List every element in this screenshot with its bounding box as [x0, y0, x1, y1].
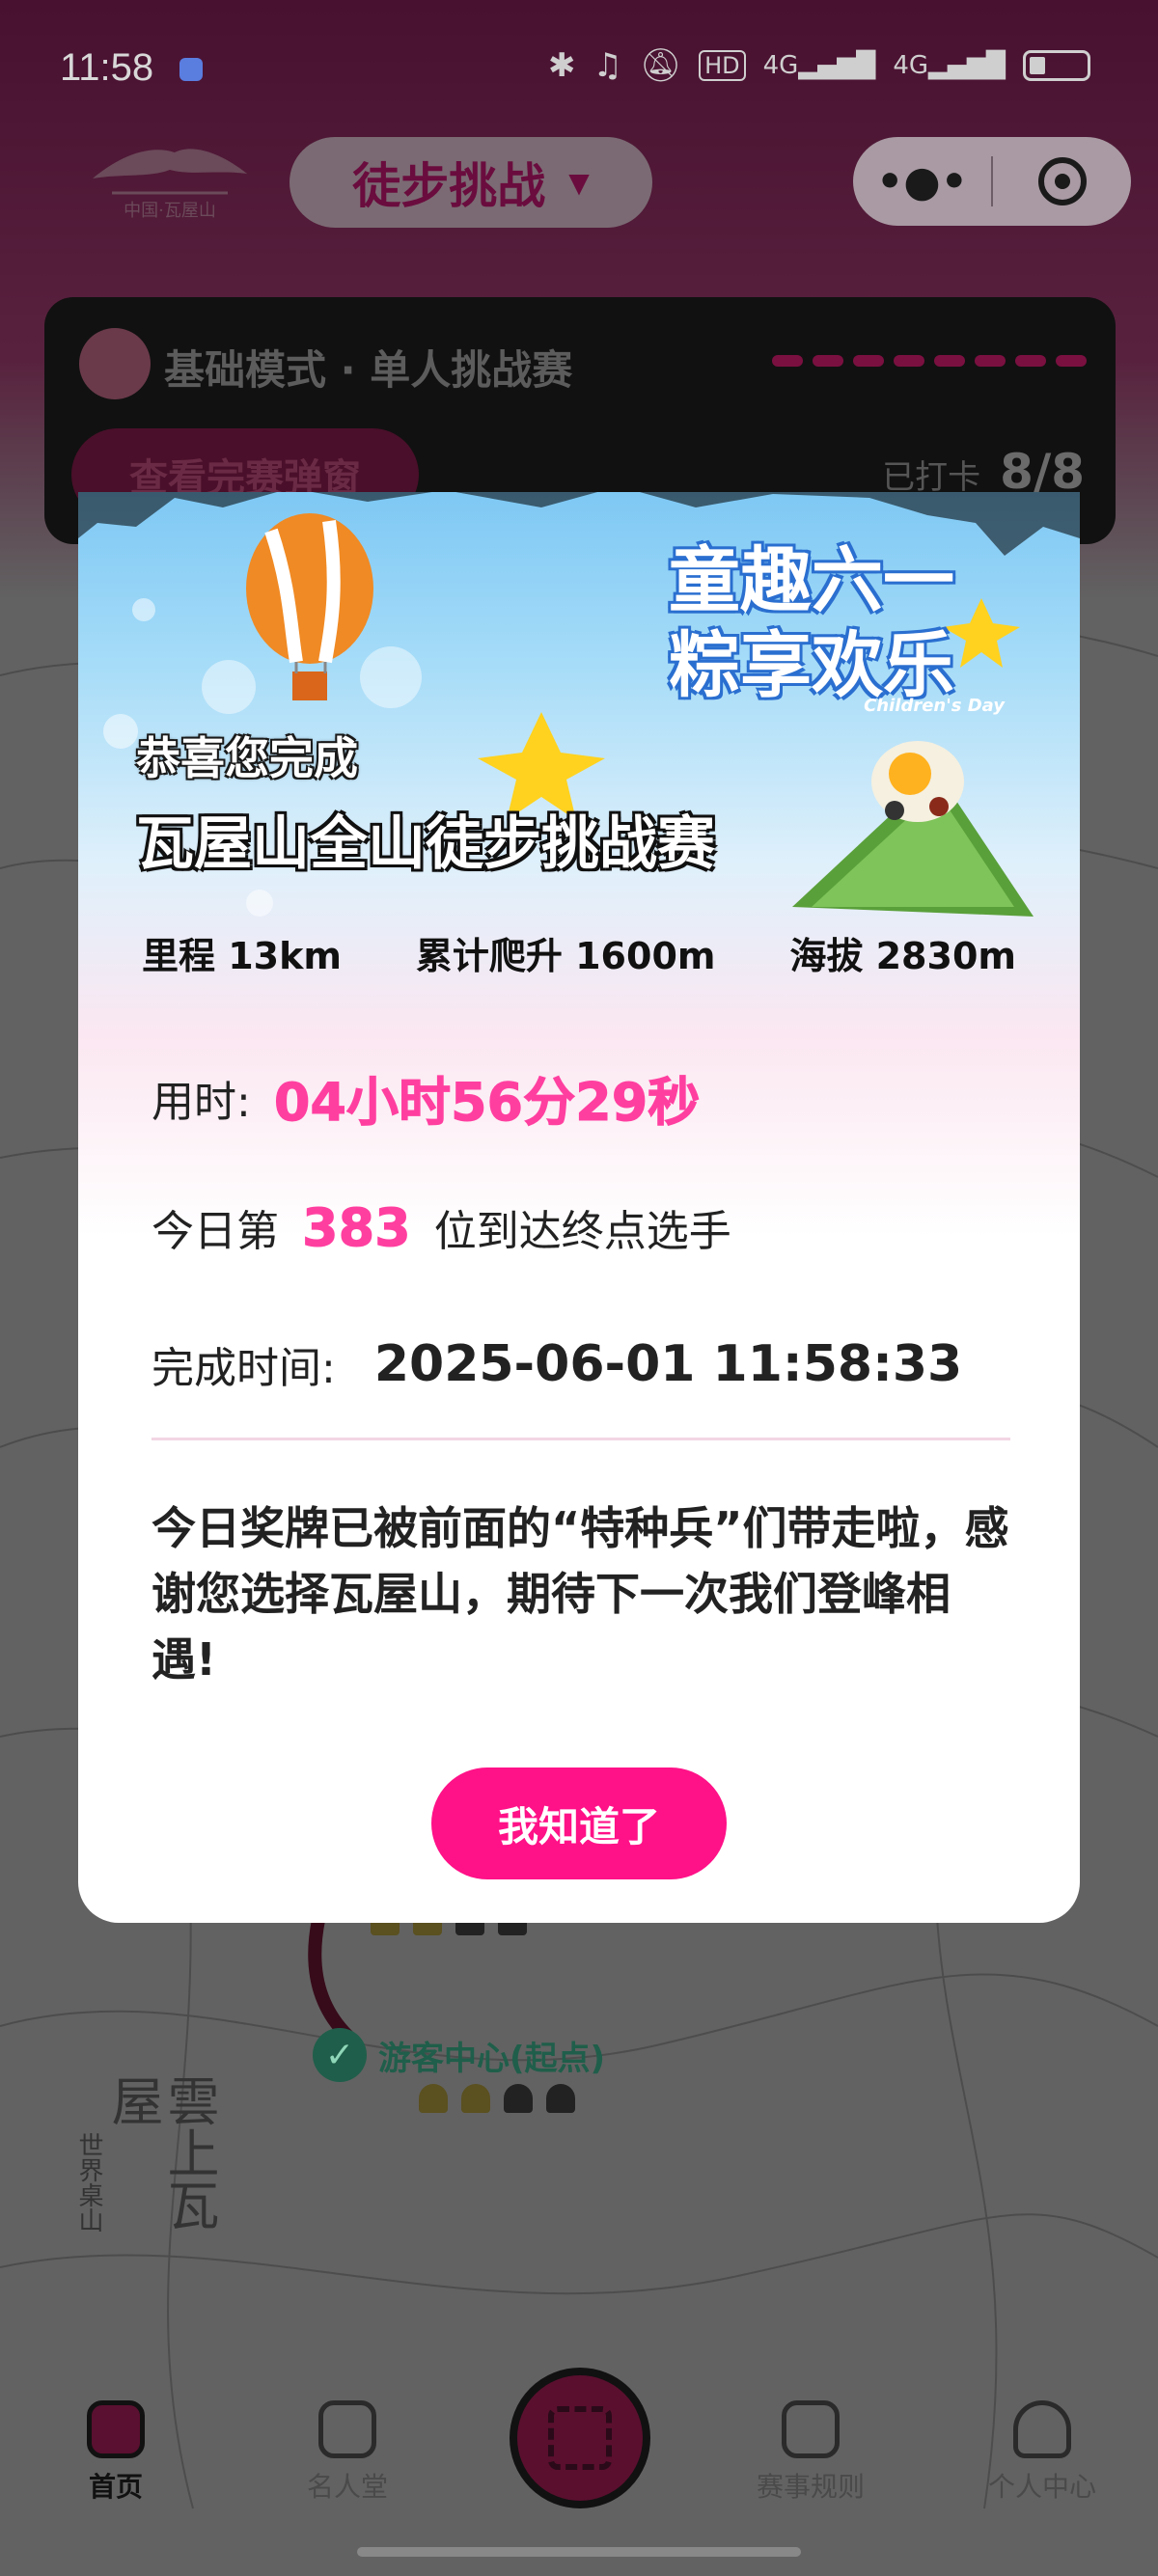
tab-home[interactable]: 首页: [39, 2400, 193, 2505]
user-icon: [1013, 2400, 1071, 2458]
stat-elevation-gain: 累计爬升 1600m: [415, 935, 716, 977]
divider: [152, 1438, 1010, 1440]
tab-profile[interactable]: 个人中心: [965, 2400, 1119, 2505]
progress-segment: [934, 355, 965, 367]
progress-segment: [1056, 355, 1087, 367]
signal-4g-icon: 4G▂▄▆█: [762, 51, 876, 80]
finish-time-label: 完成时间:: [152, 1344, 336, 1393]
mute-icon: 🔕︎: [639, 46, 682, 85]
checkin-label: 已打卡: [882, 458, 981, 497]
target-icon[interactable]: [993, 137, 1131, 226]
rank-prefix: 今日第: [152, 1207, 279, 1256]
ok-button[interactable]: 我知道了: [431, 1768, 727, 1879]
mini-program-capsule: •●•: [853, 137, 1131, 226]
avatar: [79, 328, 151, 399]
tab-hall-of-fame[interactable]: 名人堂: [270, 2400, 425, 2505]
home-indicator[interactable]: [357, 2547, 801, 2557]
challenge-mode-text: 基础模式 · 单人挑战赛: [164, 346, 573, 394]
childrens-day-banner: 童趣六一 粽享欢乐 Children's Day: [609, 538, 1014, 722]
check-icon: ✓: [313, 2028, 367, 2082]
finish-time-row: 完成时间: 2025-06-01 11:58:33: [152, 1333, 962, 1395]
progress-segments: [772, 355, 1087, 367]
more-dots-icon[interactable]: •●•: [853, 137, 991, 226]
tab-home-label: 首页: [88, 2471, 143, 2503]
status-icons: ✱ ♫ 🔕︎ HD 4G▂▄▆█ 4G▂▄▆█: [548, 46, 1090, 85]
time-used-value: 04小时56分29秒: [273, 1072, 701, 1134]
mode-selector-label: 徒步挑战: [352, 158, 546, 214]
progress-segment: [975, 355, 1006, 367]
start-node-label: 游客中心(起点): [378, 2039, 606, 2078]
finish-time-value: 2025-06-01 11:58:33: [373, 1335, 963, 1393]
finish-modal: 童趣六一 粽享欢乐 Children's Day 恭喜您完成 瓦屋山全山徒步挑战…: [78, 492, 1080, 1923]
progress-segment: [894, 355, 924, 367]
event-name: 瓦屋山全山徒步挑战赛: [136, 810, 715, 878]
brand-calligraphy: 雲上瓦屋 世界桌山: [74, 2074, 219, 2267]
bluetooth-icon: ✱: [547, 46, 576, 85]
banner-line1: 童趣六一: [669, 539, 954, 622]
trophy-icon: [318, 2400, 376, 2458]
wawushan-logo: 中国·瓦屋山: [93, 149, 247, 221]
tab-hall-of-fame-label: 名人堂: [306, 2471, 388, 2503]
rules-icon: [782, 2400, 840, 2458]
mode-selector[interactable]: 徒步挑战 ▼: [290, 137, 652, 228]
progress-segment: [772, 355, 803, 367]
status-time: 11:58: [60, 46, 154, 89]
rank-row: 今日第 383 位到达终点选手: [152, 1196, 731, 1258]
stat-altitude: 海拔 2830m: [789, 935, 1016, 977]
progress-segment: [1015, 355, 1046, 367]
svg-text:中国·瓦屋山: 中国·瓦屋山: [124, 201, 216, 221]
status-bar: 11:58 ✱ ♫ 🔕︎ HD 4G▂▄▆█ 4G▂▄▆█: [0, 0, 1158, 135]
start-node-people: [419, 2084, 575, 2113]
tab-profile-label: 个人中心: [987, 2471, 1096, 2503]
brand-small-text: 世界桌山: [74, 2132, 103, 2233]
signal-4g-icon: 4G▂▄▆█: [893, 51, 1006, 80]
medal-message: 今日奖牌已被前面的“特种兵”们带走啦，感谢您选择瓦屋山，期待下一次我们登峰相遇!: [152, 1502, 1009, 1685]
hd-icon: HD: [699, 50, 746, 81]
congrats-text: 恭喜您完成: [136, 732, 358, 784]
battery-icon: [1023, 50, 1090, 81]
tab-rules-label: 赛事规则: [756, 2471, 865, 2503]
start-node[interactable]: ✓ 游客中心(起点): [313, 2028, 605, 2082]
app-notification-icon: [179, 58, 203, 81]
time-used-label: 用时:: [152, 1077, 251, 1127]
tab-rules[interactable]: 赛事规则: [733, 2400, 888, 2505]
rank-suffix: 位到达终点选手: [433, 1207, 731, 1256]
scan-icon: [548, 2406, 612, 2470]
rank-value: 383: [302, 1196, 412, 1258]
progress-segment: [853, 355, 884, 367]
brand-big-text: 雲上瓦屋: [102, 2074, 219, 2231]
progress-segment: [813, 355, 843, 367]
caret-down-icon: ▼: [568, 166, 590, 199]
stat-distance: 里程 13km: [142, 935, 342, 977]
home-icon: [87, 2400, 145, 2458]
modal-card: 童趣六一 粽享欢乐 Children's Day 恭喜您完成 瓦屋山全山徒步挑战…: [78, 492, 1080, 1923]
headphones-icon: ♫: [593, 46, 622, 85]
banner-en: Children's Day: [864, 696, 1005, 716]
event-stats: 里程 13km 累计爬升 1600m 海拔 2830m: [142, 926, 1016, 979]
time-used-row: 用时: 04小时56分29秒: [152, 1059, 723, 1136]
scan-button[interactable]: [510, 2368, 650, 2508]
zongzi-illustration: [792, 741, 1034, 917]
